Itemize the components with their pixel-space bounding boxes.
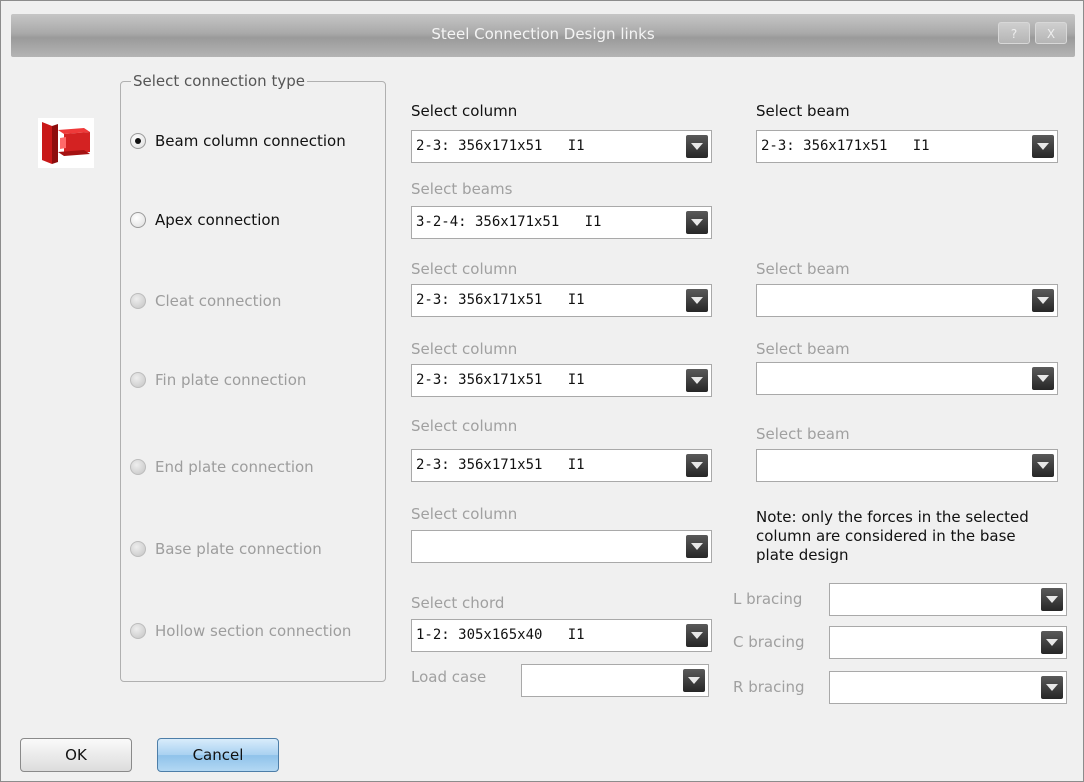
r-bracing-label: R bracing	[733, 678, 805, 696]
dropdown-arrow-icon[interactable]	[1032, 135, 1054, 158]
hollow-chord-select[interactable]: 1-2: 305x165x40 I1	[411, 619, 712, 652]
radio-label: End plate connection	[155, 458, 314, 476]
radio-label: Fin plate connection	[155, 371, 307, 389]
radio-label: Base plate connection	[155, 540, 322, 558]
radio-disabled-icon[interactable]	[130, 623, 146, 639]
radio-apex-connection[interactable]: Apex connection	[130, 209, 280, 231]
dropdown-arrow-icon[interactable]	[686, 454, 708, 477]
window-title: Steel Connection Design links	[431, 25, 655, 43]
end-plate-beam-select[interactable]	[756, 449, 1058, 482]
fin-plate-beam-label: Select beam	[756, 340, 850, 358]
fin-plate-column-select[interactable]: 2-3: 356x171x51 I1	[411, 364, 712, 397]
cancel-button[interactable]: Cancel	[157, 738, 279, 772]
radio-label: Beam column connection	[155, 132, 346, 150]
base-plate-note: Note: only the forces in the selected co…	[756, 508, 1029, 564]
select-value: 2-3: 356x171x51 I1	[416, 292, 585, 308]
radio-label: Hollow section connection	[155, 622, 352, 640]
cleat-column-select[interactable]: 2-3: 356x171x51 I1	[411, 284, 712, 317]
fin-plate-column-label: Select column	[411, 340, 518, 358]
select-value: 2-3: 356x171x51 I1	[416, 457, 585, 473]
dropdown-arrow-icon[interactable]	[1041, 631, 1063, 654]
load-case-select[interactable]	[521, 664, 709, 697]
radio-disabled-icon[interactable]	[130, 293, 146, 309]
end-plate-beam-label: Select beam	[756, 425, 850, 443]
radio-selected-icon[interactable]	[130, 133, 146, 149]
radio-fin-plate-connection[interactable]: Fin plate connection	[130, 369, 306, 391]
dropdown-arrow-icon[interactable]	[686, 289, 708, 312]
cleat-beam-select[interactable]	[756, 284, 1058, 317]
help-button[interactable]: ?	[998, 22, 1030, 44]
select-value: 2-3: 356x171x51 I1	[416, 138, 585, 154]
base-plate-column-select[interactable]	[411, 530, 712, 563]
radio-unselected-icon[interactable]	[130, 212, 146, 228]
end-plate-column-label: Select column	[411, 417, 518, 435]
connection-type-legend: Select connection type	[133, 72, 305, 90]
title-bar: Steel Connection Design links ? X	[11, 14, 1075, 57]
radio-disabled-icon[interactable]	[130, 372, 146, 388]
dropdown-arrow-icon[interactable]	[686, 535, 708, 558]
l-bracing-label: L bracing	[733, 590, 803, 608]
apex-beams-select[interactable]: 3-2-4: 356x171x51 I1	[411, 206, 712, 239]
base-plate-column-label: Select column	[411, 505, 518, 523]
load-case-label: Load case	[411, 668, 487, 686]
cleat-beam-label: Select beam	[756, 260, 850, 278]
beam-column-column-label: Select column	[411, 102, 518, 120]
dropdown-arrow-icon[interactable]	[686, 624, 708, 647]
radio-label: Cleat connection	[155, 292, 282, 310]
dropdown-arrow-icon[interactable]	[686, 211, 708, 234]
fin-plate-beam-select[interactable]	[756, 362, 1058, 395]
dropdown-arrow-icon[interactable]	[1041, 676, 1063, 699]
close-button[interactable]: X	[1035, 22, 1067, 44]
dropdown-arrow-icon[interactable]	[1032, 367, 1054, 390]
dropdown-arrow-icon[interactable]	[1032, 454, 1054, 477]
end-plate-column-select[interactable]: 2-3: 356x171x51 I1	[411, 449, 712, 482]
c-bracing-label: C bracing	[733, 633, 805, 651]
cleat-column-label: Select column	[411, 260, 518, 278]
beam-column-beam-label: Select beam	[756, 102, 850, 120]
radio-hollow-section-connection[interactable]: Hollow section connection	[130, 620, 351, 642]
select-value: 1-2: 305x165x40 I1	[416, 627, 585, 643]
steel-connection-icon	[38, 118, 94, 168]
c-bracing-select[interactable]	[829, 626, 1067, 659]
radio-disabled-icon[interactable]	[130, 459, 146, 475]
select-value: 3-2-4: 356x171x51 I1	[416, 214, 602, 230]
radio-cleat-connection[interactable]: Cleat connection	[130, 290, 281, 312]
radio-base-plate-connection[interactable]: Base plate connection	[130, 538, 322, 560]
beam-column-column-select[interactable]: 2-3: 356x171x51 I1	[411, 130, 712, 163]
dropdown-arrow-icon[interactable]	[686, 135, 708, 158]
dropdown-arrow-icon[interactable]	[1032, 289, 1054, 312]
dropdown-arrow-icon[interactable]	[686, 369, 708, 392]
r-bracing-select[interactable]	[829, 671, 1067, 704]
hollow-chord-label: Select chord	[411, 594, 505, 612]
apex-beams-label: Select beams	[411, 180, 513, 198]
radio-disabled-icon[interactable]	[130, 541, 146, 557]
select-value: 2-3: 356x171x51 I1	[416, 372, 585, 388]
ok-button[interactable]: OK	[20, 738, 132, 772]
l-bracing-select[interactable]	[829, 583, 1067, 616]
radio-end-plate-connection[interactable]: End plate connection	[130, 456, 314, 478]
dropdown-arrow-icon[interactable]	[683, 669, 705, 692]
select-value: 2-3: 356x171x51 I1	[761, 138, 930, 154]
dropdown-arrow-icon[interactable]	[1041, 588, 1063, 611]
radio-label: Apex connection	[155, 211, 281, 229]
radio-beam-column-connection[interactable]: Beam column connection	[130, 130, 346, 152]
beam-column-beam-select[interactable]: 2-3: 356x171x51 I1	[756, 130, 1058, 163]
